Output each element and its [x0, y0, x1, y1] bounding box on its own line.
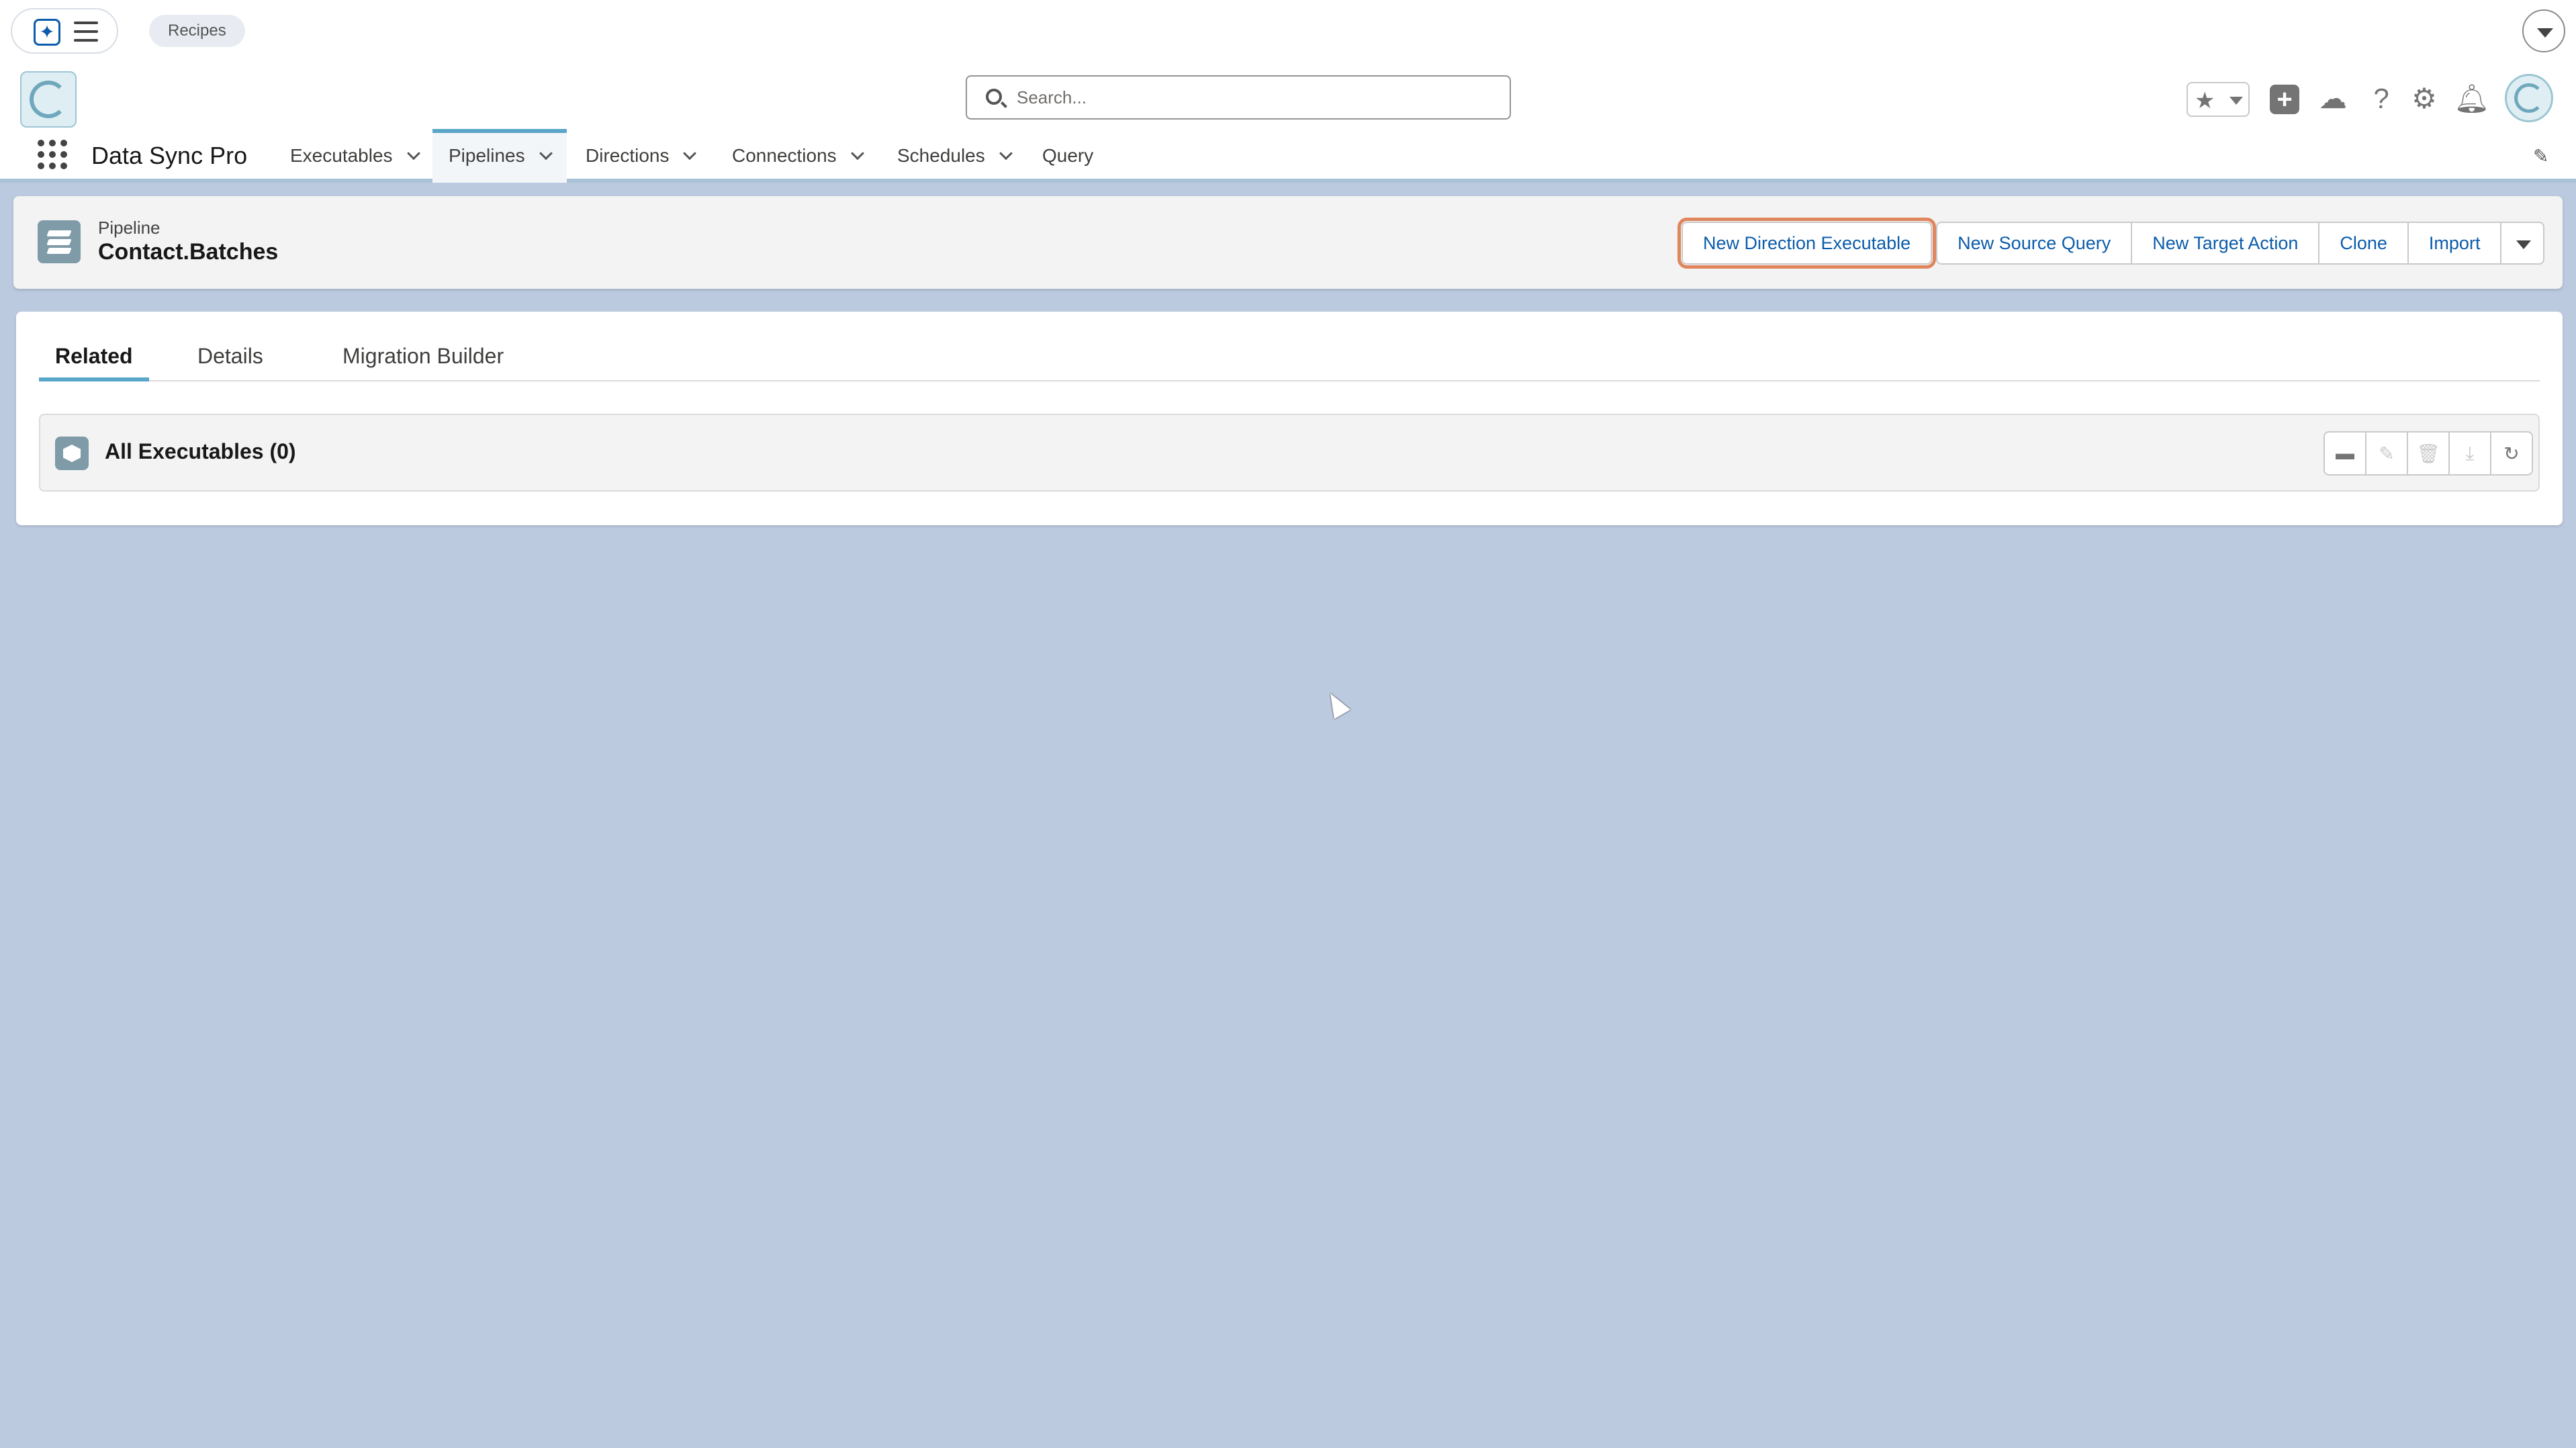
nav-item-query[interactable]: Query [1026, 129, 1109, 183]
executable-icon [55, 437, 89, 470]
utility-dropdown-icon[interactable] [2522, 9, 2565, 52]
clone-button[interactable]: Clone [2318, 222, 2409, 265]
chevron-down-icon[interactable] [539, 146, 553, 161]
record-object-type: Pipeline [98, 218, 160, 238]
record-actions: New Direction Executable New Source Quer… [1677, 218, 2545, 269]
sparkle-icon[interactable]: ✦ [34, 19, 60, 46]
search-input[interactable] [1017, 83, 1487, 111]
list-view-icon[interactable]: ▬ [2324, 431, 2366, 476]
nav-item-executables[interactable]: Executables [274, 129, 434, 183]
main-content: Related Details Migration Builder All Ex… [16, 312, 2563, 525]
org-logo[interactable] [20, 71, 77, 128]
search-icon [986, 89, 1002, 105]
assistant-toggle[interactable]: ✦ [11, 8, 118, 54]
record-header: Pipeline Contact.Batches New Direction E… [13, 196, 2563, 289]
edit-pencil-icon[interactable]: ✎ [2365, 431, 2408, 476]
recipes-chip[interactable]: Recipes [149, 15, 245, 47]
mouse-cursor [1322, 688, 1351, 719]
nav-item-directions[interactable]: Directions [569, 129, 710, 183]
nav-item-connections[interactable]: Connections [716, 129, 878, 183]
favorites-button[interactable]: ★ [2187, 82, 2250, 117]
new-direction-executable-button[interactable]: New Direction Executable [1677, 218, 1937, 269]
tab-details[interactable]: Details [181, 341, 279, 381]
gear-icon[interactable]: ⚙ [2408, 82, 2440, 116]
chevron-down-icon[interactable] [850, 146, 864, 161]
star-icon[interactable]: ★ [2195, 87, 2215, 114]
chevron-down-icon[interactable] [999, 146, 1013, 161]
favorites-dropdown-icon[interactable] [2229, 97, 2243, 105]
related-list-title[interactable]: All Executables (0) [105, 439, 296, 464]
nav-item-pipelines[interactable]: Pipelines [432, 129, 567, 183]
nav-item-label[interactable]: Query [1042, 145, 1093, 166]
hamburger-menu-icon[interactable] [74, 21, 98, 42]
edit-nav-pencil-icon[interactable]: ✎ [2533, 146, 2553, 167]
record-tabs: Related Details Migration Builder [39, 312, 2540, 381]
download-icon[interactable]: ⤓ [2448, 431, 2491, 476]
app-name: Data Sync Pro [91, 142, 248, 169]
pipeline-icon [38, 220, 81, 263]
trailhead-icon[interactable]: ☁ [2317, 82, 2349, 116]
nav-item-label[interactable]: Executables [290, 145, 393, 166]
nav-item-label[interactable]: Connections [732, 145, 837, 166]
global-header: ★ + ☁ ? ⚙ 🔔︎ [0, 62, 2576, 129]
import-button[interactable]: Import [2407, 222, 2502, 265]
new-source-query-button[interactable]: New Source Query [1936, 222, 2133, 265]
app-launcher-icon[interactable] [38, 140, 67, 169]
chevron-down-icon[interactable] [683, 146, 697, 161]
avatar[interactable] [2505, 74, 2553, 122]
global-actions-plus-icon[interactable]: + [2270, 85, 2299, 114]
global-search[interactable] [966, 75, 1511, 120]
related-list-all-executables: All Executables (0) ▬ ✎ 🗑︎ ⤓ ↻ [39, 414, 2540, 492]
nav-item-label[interactable]: Directions [586, 145, 669, 166]
related-list-actions: ▬ ✎ 🗑︎ ⤓ ↻ [2324, 431, 2533, 476]
nav-item-label[interactable]: Schedules [897, 145, 985, 166]
tab-related[interactable]: Related [39, 341, 149, 381]
utility-bar: ✦ Recipes [0, 0, 2576, 62]
new-target-action-button[interactable]: New Target Action [2131, 222, 2320, 265]
help-icon[interactable]: ? [2365, 82, 2397, 116]
bell-icon[interactable]: 🔔︎ [2454, 82, 2489, 116]
refresh-icon[interactable]: ↻ [2490, 431, 2533, 476]
tab-migration-builder[interactable]: Migration Builder [326, 341, 520, 381]
nav-item-label[interactable]: Pipelines [449, 145, 525, 166]
record-title: Contact.Batches [98, 239, 279, 265]
nav-item-schedules[interactable]: Schedules [881, 129, 1027, 183]
delete-trash-icon[interactable]: 🗑︎ [2407, 431, 2450, 476]
chevron-down-icon[interactable] [406, 146, 420, 161]
more-actions-dropdown-icon[interactable] [2500, 222, 2545, 265]
app-nav-bar: Data Sync Pro Executables Pipelines Dire… [0, 129, 2576, 183]
